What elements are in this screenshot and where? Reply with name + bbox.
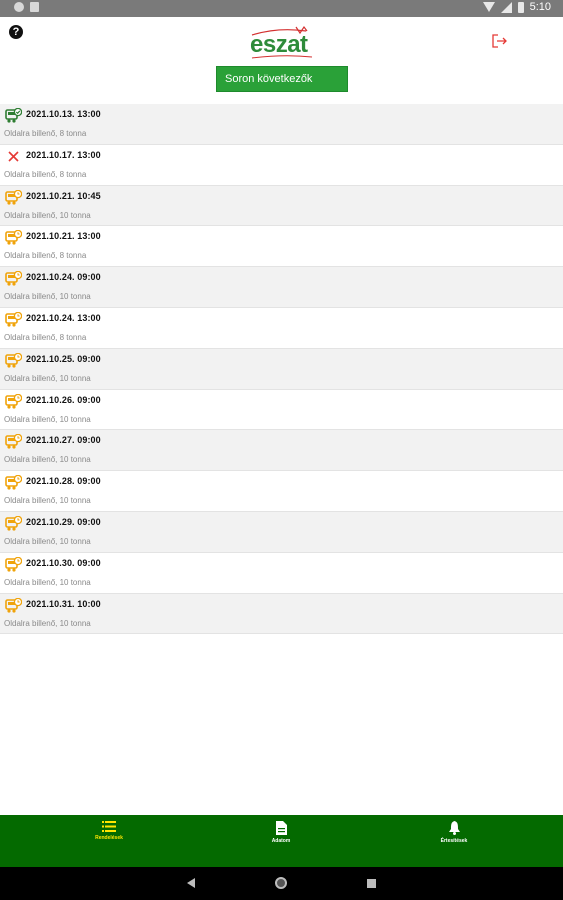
order-description: Oldalra billenő, 10 tonna — [4, 373, 91, 383]
home-icon[interactable] — [275, 877, 287, 889]
order-date: 2021.10.17. 13:00 — [26, 149, 101, 160]
bus-clock-icon — [5, 189, 23, 206]
order-row[interactable]: 2021.10.28. 09:00 Oldalra billenő, 10 ton… — [0, 471, 563, 512]
order-row[interactable]: 2021.10.25. 09:00 Oldalra billenő, 10 ton… — [0, 348, 563, 390]
order-date: 2021.10.27. 09:00 — [26, 435, 101, 446]
order-row[interactable]: 2021.10.27. 09:00 Oldalra billenő, 10 ton… — [0, 430, 563, 472]
battery-icon — [517, 1, 524, 13]
wifi-icon — [482, 2, 495, 12]
order-row[interactable]: 2021.10.26. 09:00 Oldalra billenő, 10 ton… — [0, 390, 563, 431]
upcoming-button[interactable]: Soron következők — [216, 66, 348, 92]
order-description: Oldalra billenő, 8 tonna — [4, 332, 87, 342]
order-description: Oldalra billenő, 10 tonna — [4, 536, 91, 546]
document-icon — [275, 821, 287, 835]
sd-card-icon — [30, 2, 39, 12]
order-date: 2021.10.21. 13:00 — [26, 231, 101, 242]
order-row[interactable]: 2021.10.17. 13:00 Oldalra billenő, 8 tonn… — [0, 145, 563, 186]
order-date: 2021.10.26. 09:00 — [26, 394, 101, 405]
notification-icon — [14, 2, 24, 12]
status-bar: 5:10 — [0, 0, 563, 17]
bus-clock-icon — [5, 556, 23, 573]
order-description: Oldalra billenő, 10 tonna — [4, 496, 91, 506]
order-row[interactable]: 2021.10.21. 13:00 Oldalra billenő, 8 tonn… — [0, 226, 563, 268]
bus-clock-icon — [5, 515, 23, 532]
bus-clock-icon — [5, 270, 23, 287]
logo-text: eszat — [250, 31, 308, 58]
signal-icon — [500, 1, 512, 13]
app-header: ? eszat Soron következők — [0, 17, 563, 104]
order-date: 2021.10.25. 09:00 — [26, 353, 101, 364]
bus-clock-icon — [5, 597, 23, 614]
question-circle-icon[interactable]: ? — [9, 25, 23, 39]
order-date: 2021.10.24. 09:00 — [26, 272, 101, 283]
recent-apps-icon[interactable] — [367, 879, 376, 888]
order-description: Oldalra billenő, 10 tonna — [4, 210, 91, 220]
order-description: Oldalra billenő, 10 tonna — [4, 455, 91, 465]
order-description: Oldalra billenő, 8 tonna — [4, 169, 87, 179]
order-date: 2021.10.29. 09:00 — [26, 516, 101, 527]
order-date: 2021.10.30. 09:00 — [26, 557, 101, 568]
bus-clock-icon — [5, 311, 23, 328]
order-row[interactable]: 2021.10.29. 09:00 Oldalra billenő, 10 ton… — [0, 511, 563, 553]
order-description: Oldalra billenő, 10 tonna — [4, 577, 91, 587]
bus-clock-icon — [5, 230, 23, 246]
order-row[interactable]: 2021.10.30. 09:00 Oldalra billenő, 10 ton… — [0, 553, 563, 594]
order-list: 2021.10.13. 13:00 Oldalra billenő, 8 tonn… — [0, 104, 563, 635]
list-icon — [102, 821, 116, 832]
order-description: Oldalra billenő, 10 tonna — [4, 618, 91, 628]
order-row[interactable]: 2021.10.31. 10:00 Oldalra billenő, 10 ton… — [0, 593, 563, 635]
order-row[interactable]: 2021.10.21. 10:45 Oldalra billenő, 10 ton… — [0, 185, 563, 227]
nav-label: Adatom — [271, 838, 291, 844]
app-logo: eszat — [248, 25, 318, 61]
bus-clock-icon — [5, 393, 23, 410]
bus-clock-icon — [5, 434, 23, 450]
status-right: 5:10 — [482, 1, 551, 13]
back-icon[interactable] — [187, 878, 195, 888]
nav-item-notifications[interactable]: Értesítések — [404, 821, 504, 844]
bus-clock-icon — [5, 474, 23, 491]
bell-icon — [448, 821, 460, 835]
system-navigation-bar — [0, 867, 563, 900]
order-description: Oldalra billenő, 10 tonna — [4, 414, 91, 424]
nav-item-orders[interactable]: Rendelések — [59, 821, 159, 841]
close-icon — [5, 149, 22, 165]
order-description: Oldalra billenő, 10 tonna — [4, 292, 91, 302]
status-notifications — [14, 2, 39, 12]
nav-item-data[interactable]: Adatom — [231, 821, 331, 844]
nav-label: Rendelések — [95, 835, 123, 841]
order-date: 2021.10.21. 10:45 — [26, 190, 101, 201]
order-date: 2021.10.31. 10:00 — [26, 598, 101, 609]
bus-check-icon — [5, 107, 23, 124]
order-row[interactable]: 2021.10.24. 09:00 Oldalra billenő, 10 ton… — [0, 267, 563, 308]
order-date: 2021.10.13. 13:00 — [26, 109, 101, 119]
order-description: Oldalra billenő, 8 tonna — [4, 251, 87, 261]
logout-icon[interactable] — [491, 33, 509, 49]
order-row[interactable]: 2021.10.24. 13:00 Oldalra billenő, 8 tonn… — [0, 308, 563, 349]
status-time: 5:10 — [529, 1, 551, 13]
order-date: 2021.10.24. 13:00 — [26, 312, 101, 323]
order-description: Oldalra billenő, 8 tonna — [4, 129, 87, 138]
order-row[interactable]: 2021.10.13. 13:00 Oldalra billenő, 8 tonn… — [0, 104, 563, 145]
bottom-navigation: Rendelések Adatom Értesítések — [0, 815, 563, 867]
nav-label: Értesítések — [440, 838, 468, 844]
bus-clock-icon — [5, 352, 23, 369]
order-date: 2021.10.28. 09:00 — [26, 476, 101, 487]
